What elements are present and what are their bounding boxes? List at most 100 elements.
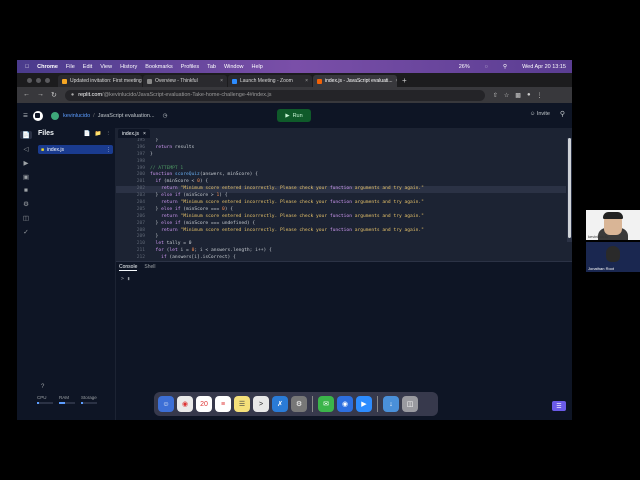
tab-shell[interactable]: Shell — [144, 264, 155, 271]
back-icon[interactable]: ← — [23, 91, 30, 99]
profile-icon[interactable]: ● — [527, 92, 531, 99]
file-item-index-js[interactable]: ■ index.js ⋮ — [38, 145, 113, 154]
new-file-icon[interactable]: 📄 — [84, 131, 91, 137]
resource-meters[interactable]: CPU RAM Storage — [37, 395, 113, 404]
trash-icon[interactable]: ◫ — [402, 396, 418, 412]
code-line[interactable]: 208 return "Minimum score entered incorr… — [116, 228, 566, 235]
menu-bookmarks[interactable]: Bookmarks — [145, 64, 173, 70]
code-line[interactable]: 203 } else if (minScore > 1) { — [116, 193, 566, 200]
close-tab-icon[interactable]: × — [220, 78, 223, 84]
browser-tab[interactable]: Updated invitation: First meeting× — [58, 75, 142, 87]
lock-icon[interactable]: ■ — [24, 187, 28, 194]
repl-owner[interactable]: kevinlucido — [63, 113, 90, 119]
wifi-icon[interactable]: ◌ — [485, 64, 488, 70]
messages-icon[interactable]: ✉ — [318, 396, 334, 412]
tab-console[interactable]: Console — [119, 264, 138, 271]
url-path: /@kevinlucido/JavaScript-evaluation-Take… — [102, 92, 272, 98]
downloads-folder-icon[interactable]: ↓ — [383, 396, 399, 412]
safari-icon[interactable]: ◉ — [337, 396, 353, 412]
code-editor[interactable]: 195 } 196 return results 197} 198 199// ATTE… — [116, 138, 566, 260]
notes-icon[interactable]: ☰ — [234, 396, 250, 412]
dock-divider — [377, 396, 378, 412]
browser-tab[interactable]: Overview - Thinkful × — [143, 75, 227, 87]
browser-tab-active[interactable]: index.js - JavaScript evaluati... × — [313, 75, 397, 87]
terminal-icon[interactable]: > — [253, 396, 269, 412]
battery-percent[interactable]: 26% — [459, 64, 470, 70]
avatar[interactable] — [50, 111, 59, 120]
debugger-icon[interactable]: ▶ — [24, 159, 29, 167]
more-icon[interactable]: ⋮ — [537, 92, 543, 99]
url-field[interactable]: ● replit.com/@kevinlucido/JavaScript-eva… — [64, 89, 485, 101]
search-icon[interactable]: ⚲ — [560, 110, 565, 118]
menu-icon[interactable]: ☰ — [23, 113, 28, 119]
code-line[interactable]: 206 return "Minimum score entered incorr… — [116, 214, 566, 221]
share-icon[interactable]: ◁ — [24, 145, 29, 153]
maximize-window-icon[interactable] — [45, 78, 50, 83]
zoom-icon[interactable]: ▶ — [356, 396, 372, 412]
code-line[interactable]: 207 } else if (minScore === undefined) { — [116, 221, 566, 228]
close-window-icon[interactable] — [27, 78, 32, 83]
settings-icon[interactable]: ⚙ — [23, 200, 29, 208]
menu-window[interactable]: Window — [224, 64, 244, 70]
run-button[interactable]: ▶ Run — [277, 109, 311, 122]
close-tab-icon[interactable]: × — [305, 78, 308, 84]
replit-logo-icon[interactable] — [32, 110, 43, 121]
menu-tab[interactable]: Tab — [207, 64, 216, 70]
video-tile-participant[interactable]: kevinlucido — [586, 210, 640, 240]
menu-history[interactable]: History — [120, 64, 137, 70]
window-controls[interactable] — [27, 78, 50, 83]
add-user-icon: ☺ — [529, 111, 537, 117]
apple-icon[interactable]:  — [25, 64, 29, 70]
new-folder-icon[interactable]: 📁 — [95, 131, 102, 137]
forward-icon[interactable]: → — [37, 91, 44, 99]
checkmark-icon[interactable]: ✓ — [23, 228, 28, 236]
editor-tab[interactable]: index.js × — [118, 129, 150, 138]
code-line[interactable]: 195 } — [116, 138, 566, 145]
close-tab-icon[interactable]: × — [143, 131, 146, 137]
search-icon[interactable]: ⚲ — [503, 64, 507, 70]
code-line[interactable]: 196 return results — [116, 145, 566, 152]
menu-view[interactable]: View — [100, 64, 112, 70]
menu-file[interactable]: File — [66, 64, 75, 70]
close-tab-icon[interactable]: × — [396, 78, 397, 84]
new-tab-icon[interactable]: + — [402, 76, 407, 85]
vscode-icon[interactable]: ✗ — [272, 396, 288, 412]
kebab-icon[interactable]: ⋮ — [106, 147, 111, 153]
browser-tab[interactable]: Launch Meeting - Zoom × — [228, 75, 312, 87]
extensions-icon[interactable]: ▩ — [515, 92, 521, 99]
packages-icon[interactable]: ▣ — [23, 173, 29, 181]
menu-edit[interactable]: Edit — [83, 64, 92, 70]
system-preferences-icon[interactable]: ⚙ — [291, 396, 307, 412]
chrome-icon[interactable]: ◉ — [177, 396, 193, 412]
video-tile-jonathan[interactable]: Jonathan Root — [586, 242, 640, 272]
invite-button[interactable]: ☺ Invite — [530, 111, 550, 117]
code-line[interactable]: 198 — [116, 159, 566, 166]
editor-pane: index.js × 195 } 196 return results 197} 198… — [116, 128, 572, 420]
menubar-app[interactable]: Chrome — [37, 64, 58, 70]
share-icon[interactable]: ⇧ — [493, 92, 498, 99]
url-host: replit.com — [78, 92, 103, 98]
finder-icon[interactable]: ☺ — [158, 396, 174, 412]
help-icon[interactable]: ? — [41, 384, 44, 390]
minimize-window-icon[interactable] — [36, 78, 41, 83]
editor-scrollbar[interactable] — [567, 138, 572, 242]
database-icon[interactable]: ◫ — [23, 214, 29, 222]
reminders-icon[interactable]: ≡ — [215, 396, 231, 412]
code-line[interactable]: 204 return "Minimum score entered incorr… — [116, 200, 566, 207]
menu-profiles[interactable]: Profiles — [181, 64, 199, 70]
console-prompt[interactable]: > ▮ — [121, 276, 130, 282]
star-icon[interactable]: ☆ — [504, 92, 509, 99]
menu-help[interactable]: Help — [252, 64, 263, 70]
code-line[interactable]: 212 if (answers[i].isCorrect) { — [116, 255, 566, 260]
clock[interactable]: Wed Apr 20 13:15 — [522, 64, 566, 70]
calendar-icon[interactable]: 20 — [196, 396, 212, 412]
scrollbar-thumb[interactable] — [568, 138, 571, 238]
code-line[interactable]: 197} — [116, 152, 566, 159]
repl-name[interactable]: JavaScript evaluation... — [98, 113, 155, 119]
code-line[interactable]: 205 } else if (minScore === 0) { — [116, 207, 566, 214]
history-icon[interactable]: ◷ — [163, 113, 168, 119]
reload-icon[interactable]: ↻ — [51, 91, 57, 99]
files-icon[interactable]: 📄 — [20, 131, 32, 139]
more-icon[interactable]: ⋮ — [106, 131, 112, 137]
chat-icon[interactable]: ☰ — [552, 401, 566, 411]
